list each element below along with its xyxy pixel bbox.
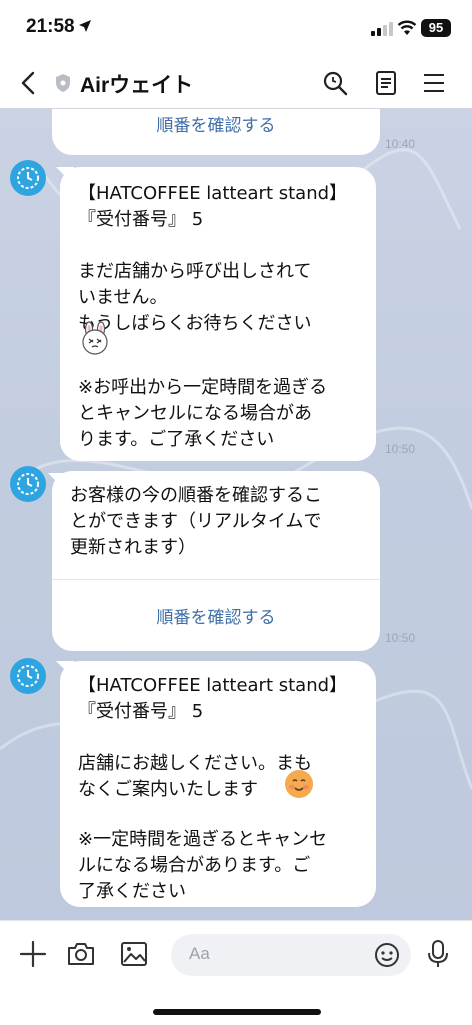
signal-icon	[371, 22, 393, 36]
divider	[52, 579, 380, 580]
message-bubble-realtime: お客様の今の順番を確認するこ とができます（リアルタイムで 更新されます） 順番…	[52, 471, 380, 651]
chat-title: Airウェイト	[80, 74, 194, 97]
bot-avatar[interactable]	[10, 160, 46, 196]
clock-icon	[17, 167, 39, 189]
message-text: お客様の今の順番を確認するこ とができます（リアルタイムで 更新されます）	[70, 485, 322, 558]
message-timestamp: 10:50	[385, 631, 416, 645]
search-icon[interactable]	[322, 70, 348, 96]
confirm-order-button[interactable]: 順番を確認する	[52, 113, 380, 139]
message-input[interactable]: Aa	[171, 934, 411, 976]
chat-header: Airウェイト	[0, 58, 472, 109]
smile-emoji	[285, 770, 313, 798]
message-bubble-arrive: 【HATCOFFEE latteart stand】 『受付番号』 5 店舗にお…	[60, 661, 376, 907]
message-timestamp: 10:50	[385, 442, 416, 456]
image-icon[interactable]	[119, 939, 149, 969]
message-timestamp: 10:40	[385, 137, 416, 151]
message-note: ※お呼出から一定時間を過ぎる とキャンセルになる場合があ ります。ご了承ください	[78, 377, 328, 450]
confirm-order-button[interactable]: 順番を確認する	[52, 605, 380, 631]
menu-icon[interactable]	[422, 70, 446, 96]
message-text: 【HATCOFFEE latteart stand】 『受付番号』 5 店舗にお…	[78, 675, 348, 800]
location-arrow-icon	[79, 20, 91, 32]
home-indicator	[153, 1009, 321, 1015]
plus-icon[interactable]	[18, 939, 48, 969]
message-bubble-waiting: 【HATCOFFEE latteart stand】 『受付番号』 5 まだ店舗…	[60, 167, 376, 461]
bot-avatar[interactable]	[10, 658, 46, 694]
chat-area[interactable]: 順番を確認する 10:40 【HATCOFFEE latteart stand】…	[0, 109, 472, 920]
message-bubble-confirm-partial: 順番を確認する	[52, 109, 380, 155]
clock-icon	[17, 473, 39, 495]
battery-indicator: 95	[421, 19, 451, 37]
message-input-placeholder: Aa	[189, 944, 210, 963]
message-toolbar: Aa	[0, 920, 472, 1025]
clock-icon	[17, 665, 39, 687]
bot-avatar[interactable]	[10, 466, 46, 502]
wifi-icon	[397, 20, 417, 35]
status-bar: 21:58 95	[0, 0, 472, 58]
back-icon[interactable]	[18, 70, 40, 96]
notes-icon[interactable]	[374, 70, 398, 96]
message-note: ※一定時間を過ぎるとキャンセ ルになる場合があります。ご 了承ください	[78, 829, 328, 902]
status-time: 21:58	[26, 16, 75, 37]
rabbit-sticker	[82, 321, 108, 355]
emoji-icon[interactable]	[374, 942, 400, 968]
mic-icon[interactable]	[425, 939, 451, 969]
camera-icon[interactable]	[66, 939, 96, 969]
shield-icon	[56, 74, 70, 92]
message-text: 【HATCOFFEE latteart stand】 『受付番号』 5 まだ店舗…	[78, 183, 348, 334]
